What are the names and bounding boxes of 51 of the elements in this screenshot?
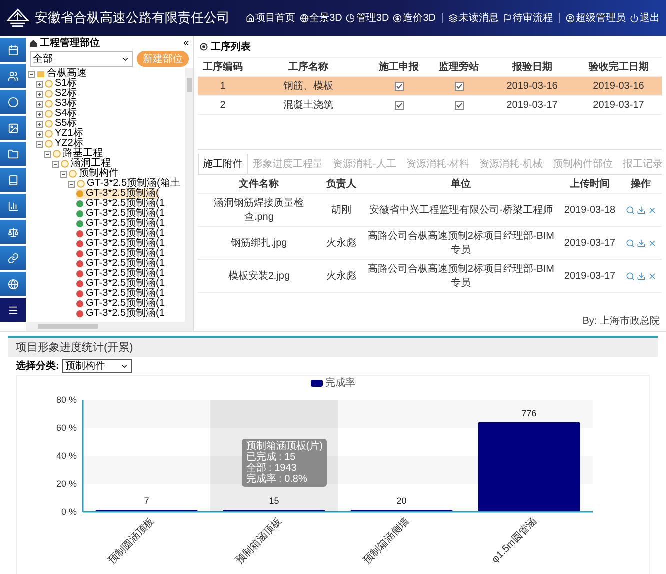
value-label: 776 [522, 408, 537, 418]
footer-credit: By: 上海市政总院 [582, 314, 661, 329]
company-title: 安徽省合枞高速公路有限责任公司 [35, 9, 230, 27]
table-cell-text: 钢筋、模板 [282, 80, 335, 93]
table-cell-text: 2019-03-17 [563, 238, 617, 248]
legend-label: 完成率 [326, 376, 356, 390]
column-header: 负责人 [325, 178, 358, 191]
filter-label: 选择分类: [16, 360, 60, 373]
table-cell-text: 2019-03-17 [506, 100, 559, 110]
table-cell-text: 钢筋绑扎.jpg [230, 236, 288, 250]
table-cell-text: 火永彪 [325, 236, 358, 250]
axis-tick-label: 20 % [56, 479, 77, 489]
column-header: 操作 [630, 178, 652, 191]
column-header: 文件名称 [238, 178, 280, 191]
table-cell-text: 2 [219, 100, 227, 110]
column-header: 报验日期 [511, 60, 554, 74]
axis-tick-label: 80 % [56, 395, 77, 405]
section-title: 工序列表 [211, 40, 251, 54]
table-cell-text: 安徽省中兴工程监理有限公司-桥梁工程师 [368, 204, 554, 217]
category-label: 预制箱涵顶板 [234, 516, 284, 567]
panel-title: 工程管理部位 [40, 36, 100, 50]
column-header: 单位 [450, 178, 472, 191]
table-cell-text: 涵洞钢筋焊接质量检查.png [213, 196, 306, 224]
table-cell-text: 模板安装2.jpg [227, 270, 292, 283]
table-cell-text: 混凝土浇筑 [282, 98, 335, 112]
column-header: 施工申报 [378, 60, 420, 74]
table-cell-text: 2019-03-17 [592, 100, 646, 110]
table-cell-text: 2019-03-18 [563, 204, 617, 216]
table-cell-text: 高路公司合枞高速预制2标项目经理部-BIM专员 [366, 230, 556, 257]
value-label: 15 [269, 496, 280, 506]
chart-tooltip: 预制箱涵顶板(片) 已完成 : 15 全部 : 1943 完成率 : 0.8% [242, 439, 327, 488]
table-cell-text: 胡刚 [330, 204, 352, 217]
section-title: 项目形象进度统计(开累) [8, 338, 658, 357]
axis-tick-label: 60 % [56, 423, 77, 433]
column-header: 验收完工日期 [588, 60, 650, 74]
table-cell-text: 2019-03-16 [506, 80, 559, 92]
column-header: 工序名称 [288, 60, 330, 74]
axis-tick-label: 40 % [56, 451, 77, 461]
column-header: 上传时间 [569, 178, 611, 191]
column-header: 工序编码 [202, 60, 244, 74]
axis-tick-label: 0 % [61, 507, 77, 517]
category-label: 预制箱涵侧墙 [362, 516, 412, 567]
column-header: 监理旁站 [438, 60, 480, 74]
table-cell-text: 火永彪 [325, 270, 358, 283]
table-cell-text: 2019-03-17 [563, 270, 617, 282]
category-label: 预制圆涵顶板 [106, 516, 157, 567]
value-label: 20 [396, 496, 407, 506]
table-cell-text: 2019-03-16 [592, 80, 646, 92]
table-cell-text: 高路公司合枞高速预制2标项目经理部-BIM专员 [366, 262, 556, 290]
value-label: 7 [144, 496, 150, 506]
table-cell-text: 1 [219, 80, 227, 92]
